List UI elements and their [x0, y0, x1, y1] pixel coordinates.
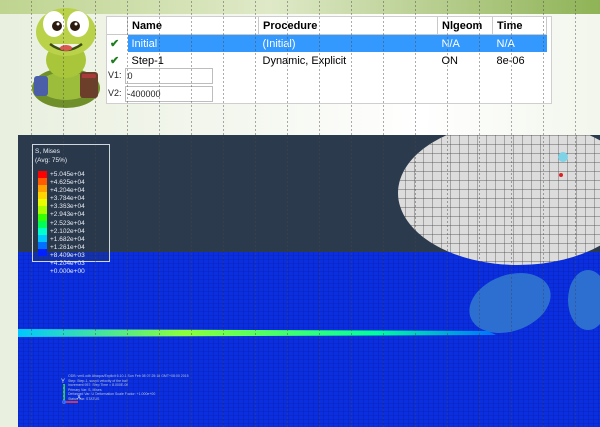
legend-swatch: [38, 178, 47, 186]
step-nlgeom: ON: [441, 54, 459, 67]
checkmark-icon: ✔: [107, 34, 128, 52]
legend-swatch: [38, 213, 47, 221]
ball-node-point: [559, 173, 563, 177]
legend-value: +2.523e+04: [50, 219, 85, 227]
step-time: 8e-06: [496, 54, 525, 67]
legend-swatch: [38, 171, 47, 179]
legend-value: +8.409e+03: [50, 251, 85, 259]
step-row-step-1[interactable]: ✔ Step-1 Dynamic, Explicit ON 8e-06: [107, 52, 547, 69]
legend-value: +2.102e+04: [50, 227, 85, 235]
velocity-v1-row: V1: 0: [108, 68, 213, 84]
odb-info-line: ODB: vm6.odb Abaqus/Explicit 6.10-1 Sun …: [68, 374, 189, 378]
column-header-procedure[interactable]: Procedure: [258, 17, 438, 35]
legend-subtitle: (Avg: 75%): [35, 157, 68, 164]
velocity-v2-row: V2: -400000: [108, 86, 213, 102]
ball-mesh-lines: [398, 135, 600, 265]
step-row-initial[interactable]: ✔ Initial (Initial) N/A N/A: [107, 34, 547, 52]
step-time: N/A: [492, 34, 547, 52]
legend-swatch: [38, 220, 47, 228]
v2-label: V2:: [108, 88, 122, 99]
column-header-name[interactable]: Name: [127, 17, 259, 35]
v1-input[interactable]: 0: [124, 68, 213, 84]
turtle-mascot-image: [32, 8, 100, 108]
legend-swatch: [38, 234, 47, 242]
legend-value: +0.000e+00: [50, 268, 85, 276]
legend-value: +1.261e+04: [50, 243, 85, 251]
legend-value: +5.045e+04: [50, 171, 85, 178]
legend-swatch: [38, 227, 47, 235]
legend-swatch: [38, 185, 47, 193]
step-procedure: Dynamic, Explicit: [262, 54, 347, 67]
legend-value: +2.943e+04: [50, 211, 85, 219]
legend-value: +3.363e+04: [50, 203, 85, 211]
legend-swatch: [38, 206, 47, 214]
legend-swatch: [38, 249, 47, 257]
column-header-nlgeom[interactable]: Nlgeom: [437, 17, 493, 35]
check-column-header: [107, 17, 128, 35]
legend-values: +5.045e+04 +4.625e+04 +4.204e+04 +3.784e…: [50, 171, 85, 276]
odb-info-block: ODB: vm6.odb Abaqus/Explicit 6.10-1 Sun …: [68, 374, 189, 401]
legend-value: +4.204e+03: [50, 260, 85, 268]
ball-node-marker: [558, 152, 568, 162]
legend-swatch: [38, 192, 47, 200]
triad-y-label: Y: [61, 379, 65, 385]
step-name: Step-1: [131, 54, 164, 67]
odb-info-line: Status Var: STATUS: [68, 396, 100, 401]
step-procedure: (Initial): [258, 34, 438, 52]
legend-title: S, Mises: [35, 148, 60, 155]
legend-value: +4.625e+04: [50, 179, 85, 187]
column-header-time[interactable]: Time: [492, 17, 547, 35]
v2-input[interactable]: -400000: [124, 86, 213, 102]
legend-value: +4.204e+04: [50, 187, 85, 195]
legend-swatch: [38, 241, 47, 250]
legend-color-bar: [38, 171, 47, 257]
legend-swatch: [38, 199, 47, 207]
legend-value: +3.784e+04: [50, 195, 85, 203]
v1-label: V1:: [108, 70, 122, 81]
step-table: Name Procedure Nlgeom Time ✔ Initial (In…: [107, 17, 547, 69]
step-nlgeom: N/A: [437, 34, 493, 52]
checkmark-icon: ✔: [110, 55, 120, 67]
legend-value: +1.682e+04: [50, 235, 85, 243]
step-name: Initial: [127, 34, 259, 52]
